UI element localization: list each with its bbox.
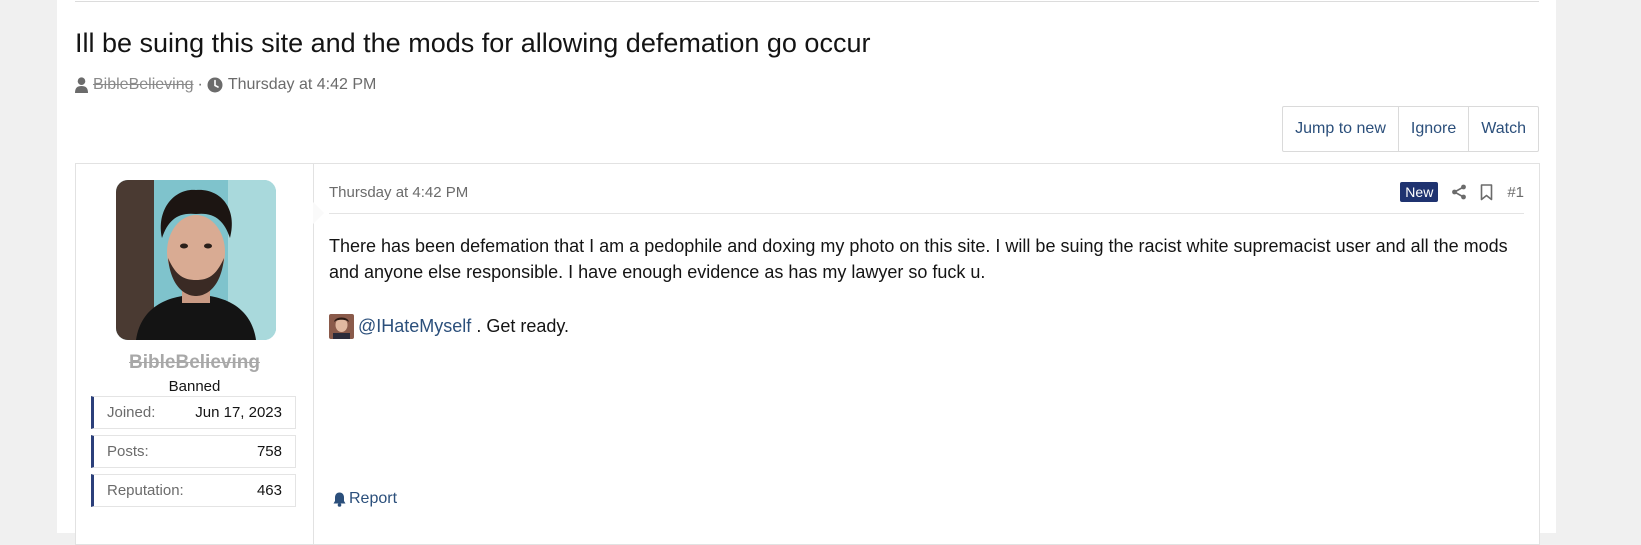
post-username[interactable]: BibleBelieving xyxy=(76,352,313,374)
bell-icon xyxy=(333,492,346,507)
meta-separator: · xyxy=(197,76,203,93)
thread-date[interactable]: Thursday at 4:42 PM xyxy=(228,76,377,94)
stat-label: Joined: xyxy=(107,404,156,421)
stat-value: Jun 17, 2023 xyxy=(195,404,282,421)
report-label: Report xyxy=(349,490,398,507)
thread-action-buttons: Jump to new Ignore Watch xyxy=(1282,106,1539,152)
thread-title: Ill be suing this site and the mods for … xyxy=(75,28,871,58)
clock-icon xyxy=(207,77,223,93)
post-body: There has been defemation that I am a pe… xyxy=(329,236,1508,282)
post-actions: New #1 xyxy=(1400,180,1524,204)
post-mention-line: @IHateMyself . Get ready. xyxy=(329,312,569,340)
stat-value: 758 xyxy=(256,443,282,460)
mention-suffix-text: . Get ready. xyxy=(471,315,570,336)
post-header: Thursday at 4:42 PM New #1 xyxy=(329,172,1524,214)
user-icon xyxy=(75,77,88,93)
stat-joined: Joined: Jun 17, 2023 xyxy=(91,396,296,429)
stat-label: Posts: xyxy=(107,443,149,460)
ignore-button[interactable]: Ignore xyxy=(1397,107,1468,151)
watch-button[interactable]: Watch xyxy=(1468,107,1538,151)
stat-value: 463 xyxy=(256,482,282,499)
user-title: Banned xyxy=(168,378,221,395)
avatar[interactable] xyxy=(116,180,276,340)
divider xyxy=(75,0,1539,2)
bookmark-icon[interactable] xyxy=(1480,183,1493,201)
post-date[interactable]: Thursday at 4:42 PM xyxy=(329,184,468,201)
stat-reputation: Reputation: 463 xyxy=(91,474,296,507)
thread-meta: BibleBelieving · Thursday at 4:42 PM xyxy=(75,74,376,96)
post-user-cell: BibleBelieving Banned Joined: Jun 17, 20… xyxy=(76,164,314,544)
jump-to-new-button[interactable]: Jump to new xyxy=(1283,107,1398,151)
post: BibleBelieving Banned Joined: Jun 17, 20… xyxy=(75,163,1540,545)
stat-label: Reputation: xyxy=(107,482,184,499)
post-number-link[interactable]: #1 xyxy=(1507,184,1524,201)
mention-avatar[interactable] xyxy=(329,313,354,339)
new-badge: New xyxy=(1400,182,1439,202)
user-mention-link[interactable]: @IHateMyself xyxy=(358,316,471,337)
post-message: Thursday at 4:42 PM New #1 There has bee… xyxy=(314,164,1539,544)
stat-posts: Posts: 758 xyxy=(91,435,296,468)
report-button[interactable]: Report xyxy=(333,490,397,508)
share-icon[interactable] xyxy=(1451,184,1467,200)
thread-author-link[interactable]: BibleBelieving xyxy=(93,76,194,94)
